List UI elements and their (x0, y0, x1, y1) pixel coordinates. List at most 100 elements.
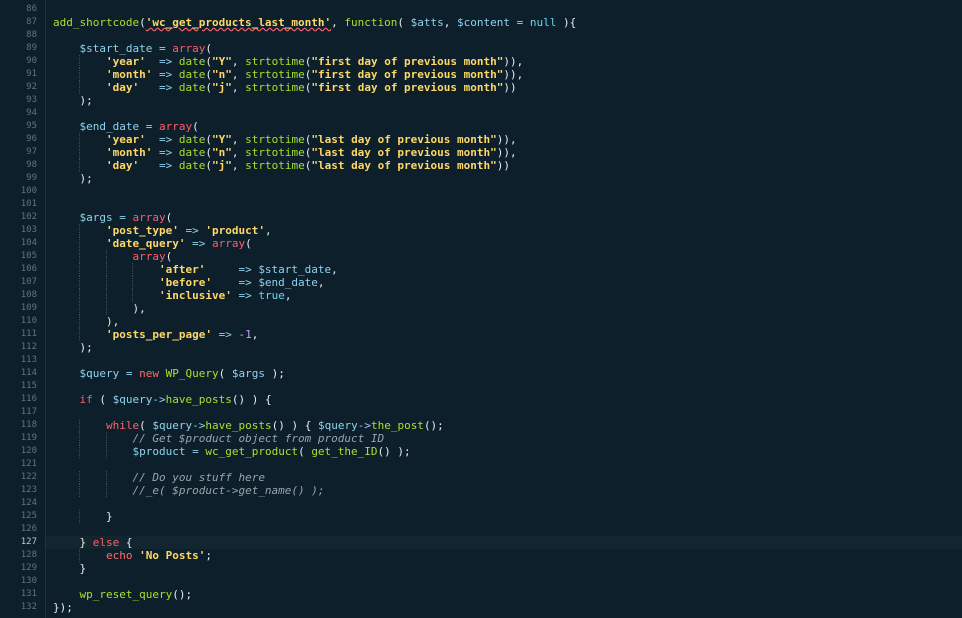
code-line[interactable]: 124 (21, 497, 962, 510)
code-token: if (79, 393, 93, 406)
code-line[interactable]: 113 (21, 354, 962, 367)
code-line[interactable]: 118 while( $query->have_posts() ) { $que… (21, 419, 962, 432)
code-token: 'post_type' (105, 224, 179, 237)
code-line[interactable]: 128 echo 'No Posts'; (21, 549, 962, 562)
code-token: $start_date (258, 263, 332, 276)
code-line[interactable]: 126 (21, 523, 962, 536)
code-token: date (178, 81, 206, 94)
code-token: 'inclusive' (158, 289, 232, 302)
line-number: 130 (20, 576, 37, 586)
code-token: add_shortcode (53, 16, 140, 29)
code-token: () ) { (271, 419, 318, 432)
code-line[interactable]: 116 if ( $query->have_posts() ) { (21, 393, 962, 406)
code-line[interactable]: 102 $args = array( (21, 211, 962, 224)
code-line[interactable]: 110 ), (21, 315, 962, 328)
code-line[interactable]: 117 (21, 406, 962, 419)
code-line[interactable]: 99 ); (26, 172, 962, 185)
indent-guide (132, 276, 134, 289)
code-line[interactable]: 105 array( (21, 250, 962, 263)
code-line[interactable]: 95 $end_date = array( (26, 120, 962, 133)
code-line[interactable]: 97 'month' => date("n", strtotime("last … (26, 146, 962, 159)
code-token: )), (496, 133, 517, 146)
code-line[interactable]: 123 //_e( $product->get_name() ); (21, 484, 962, 497)
line-number: 97 (26, 147, 37, 157)
code-line[interactable]: 106 'after' => $start_date, (21, 263, 962, 276)
line-number: 132 (20, 602, 37, 612)
line-number: 119 (20, 433, 37, 443)
indent-guide (79, 276, 81, 289)
code-line[interactable]: 111 'posts_per_page' => -1, (21, 328, 962, 341)
indent-guide (79, 432, 81, 445)
line-number: 126 (20, 524, 37, 534)
code-line[interactable]: 100 (21, 185, 962, 198)
code-line[interactable]: 127 } else { (21, 536, 962, 549)
code-line[interactable]: 93 ); (26, 94, 962, 107)
code-line[interactable]: 131 wp_reset_query(); (21, 588, 962, 601)
indent-guide (105, 250, 107, 263)
code-line[interactable]: 121 (21, 458, 962, 471)
line-number: 124 (20, 498, 37, 508)
code-token: "n" (211, 68, 232, 81)
code-line[interactable]: 109 ), (21, 302, 962, 315)
code-token: ( (298, 445, 312, 458)
code-line[interactable]: 101 (21, 198, 962, 211)
code-area[interactable]: 86 87 add_shortcode('wc_get_products_last_… (21, 0, 962, 618)
indent-guide (79, 224, 81, 237)
code-text: } (53, 510, 113, 523)
code-token: = (112, 211, 133, 224)
code-line[interactable]: 88 (26, 29, 962, 42)
line-number: 111 (20, 329, 37, 339)
line-number: 129 (20, 563, 37, 573)
code-token: else (92, 536, 120, 549)
code-line[interactable]: 103 'post_type' => 'product', (21, 224, 962, 237)
code-text: $start_date = array( (53, 42, 212, 55)
code-token: = (510, 16, 530, 29)
code-line[interactable]: 94 (26, 107, 962, 120)
line-number: 110 (20, 316, 37, 326)
code-line[interactable]: 92 'day' => date("j", strtotime("first d… (26, 81, 962, 94)
code-token: = (152, 42, 173, 55)
code-token: -> (192, 419, 206, 432)
code-token: true (258, 289, 285, 302)
code-text: ), (53, 302, 145, 315)
code-line[interactable]: 112 ); (21, 341, 962, 354)
code-line[interactable]: 115 (21, 380, 962, 393)
code-line[interactable]: 91 'month' => date("n", strtotime("first… (26, 68, 962, 81)
code-token: $atts (410, 16, 444, 29)
code-text: 'after' => $start_date, (53, 263, 338, 276)
code-token: strtotime (245, 68, 305, 81)
line-number: 89 (26, 43, 37, 53)
code-line[interactable]: 86 (26, 3, 962, 16)
code-line[interactable]: 89 $start_date = array( (26, 42, 962, 55)
code-token: ( (205, 68, 212, 81)
code-line[interactable]: 122 // Do you stuff here (21, 471, 962, 484)
code-line[interactable]: 96 'year' => date("Y", strtotime("last d… (26, 133, 962, 146)
code-editor[interactable]: 86 87 add_shortcode('wc_get_products_last_… (0, 0, 962, 618)
code-token: -1 (238, 328, 252, 341)
code-line[interactable]: 107 'before' => $end_date, (21, 276, 962, 289)
code-token: = (119, 367, 140, 380)
code-token: , (231, 81, 246, 94)
code-line[interactable]: 132}); (21, 601, 962, 614)
code-line[interactable]: 108 'inclusive' => true, (21, 289, 962, 302)
code-line[interactable]: 87 add_shortcode('wc_get_products_last_mo… (26, 16, 962, 29)
code-token: (); (172, 588, 193, 601)
code-token: } (79, 562, 87, 575)
code-token: , (231, 133, 246, 146)
code-token: , (231, 68, 246, 81)
code-line[interactable]: 129 } (21, 562, 962, 575)
code-line[interactable]: 98 'day' => date("j", strtotime("last da… (26, 159, 962, 172)
code-token: "first day of previous month" (311, 55, 504, 68)
code-token: ){ (556, 16, 577, 29)
code-line[interactable]: 120 $product = wc_get_product( get_the_I… (21, 445, 962, 458)
code-line[interactable]: 114 $query = new WP_Query( $args ); (21, 367, 962, 380)
code-text: wp_reset_query(); (53, 588, 193, 601)
code-line[interactable]: 90 'year' => date("Y", strtotime("first … (26, 55, 962, 68)
code-line[interactable]: 125 } (21, 510, 962, 523)
code-line[interactable]: 119 // Get $product object from product … (21, 432, 962, 445)
code-token: ), (105, 315, 120, 328)
code-line[interactable]: 130 (21, 575, 962, 588)
code-line[interactable]: 104 'date_query' => array( (21, 237, 962, 250)
line-number: 123 (20, 485, 37, 495)
